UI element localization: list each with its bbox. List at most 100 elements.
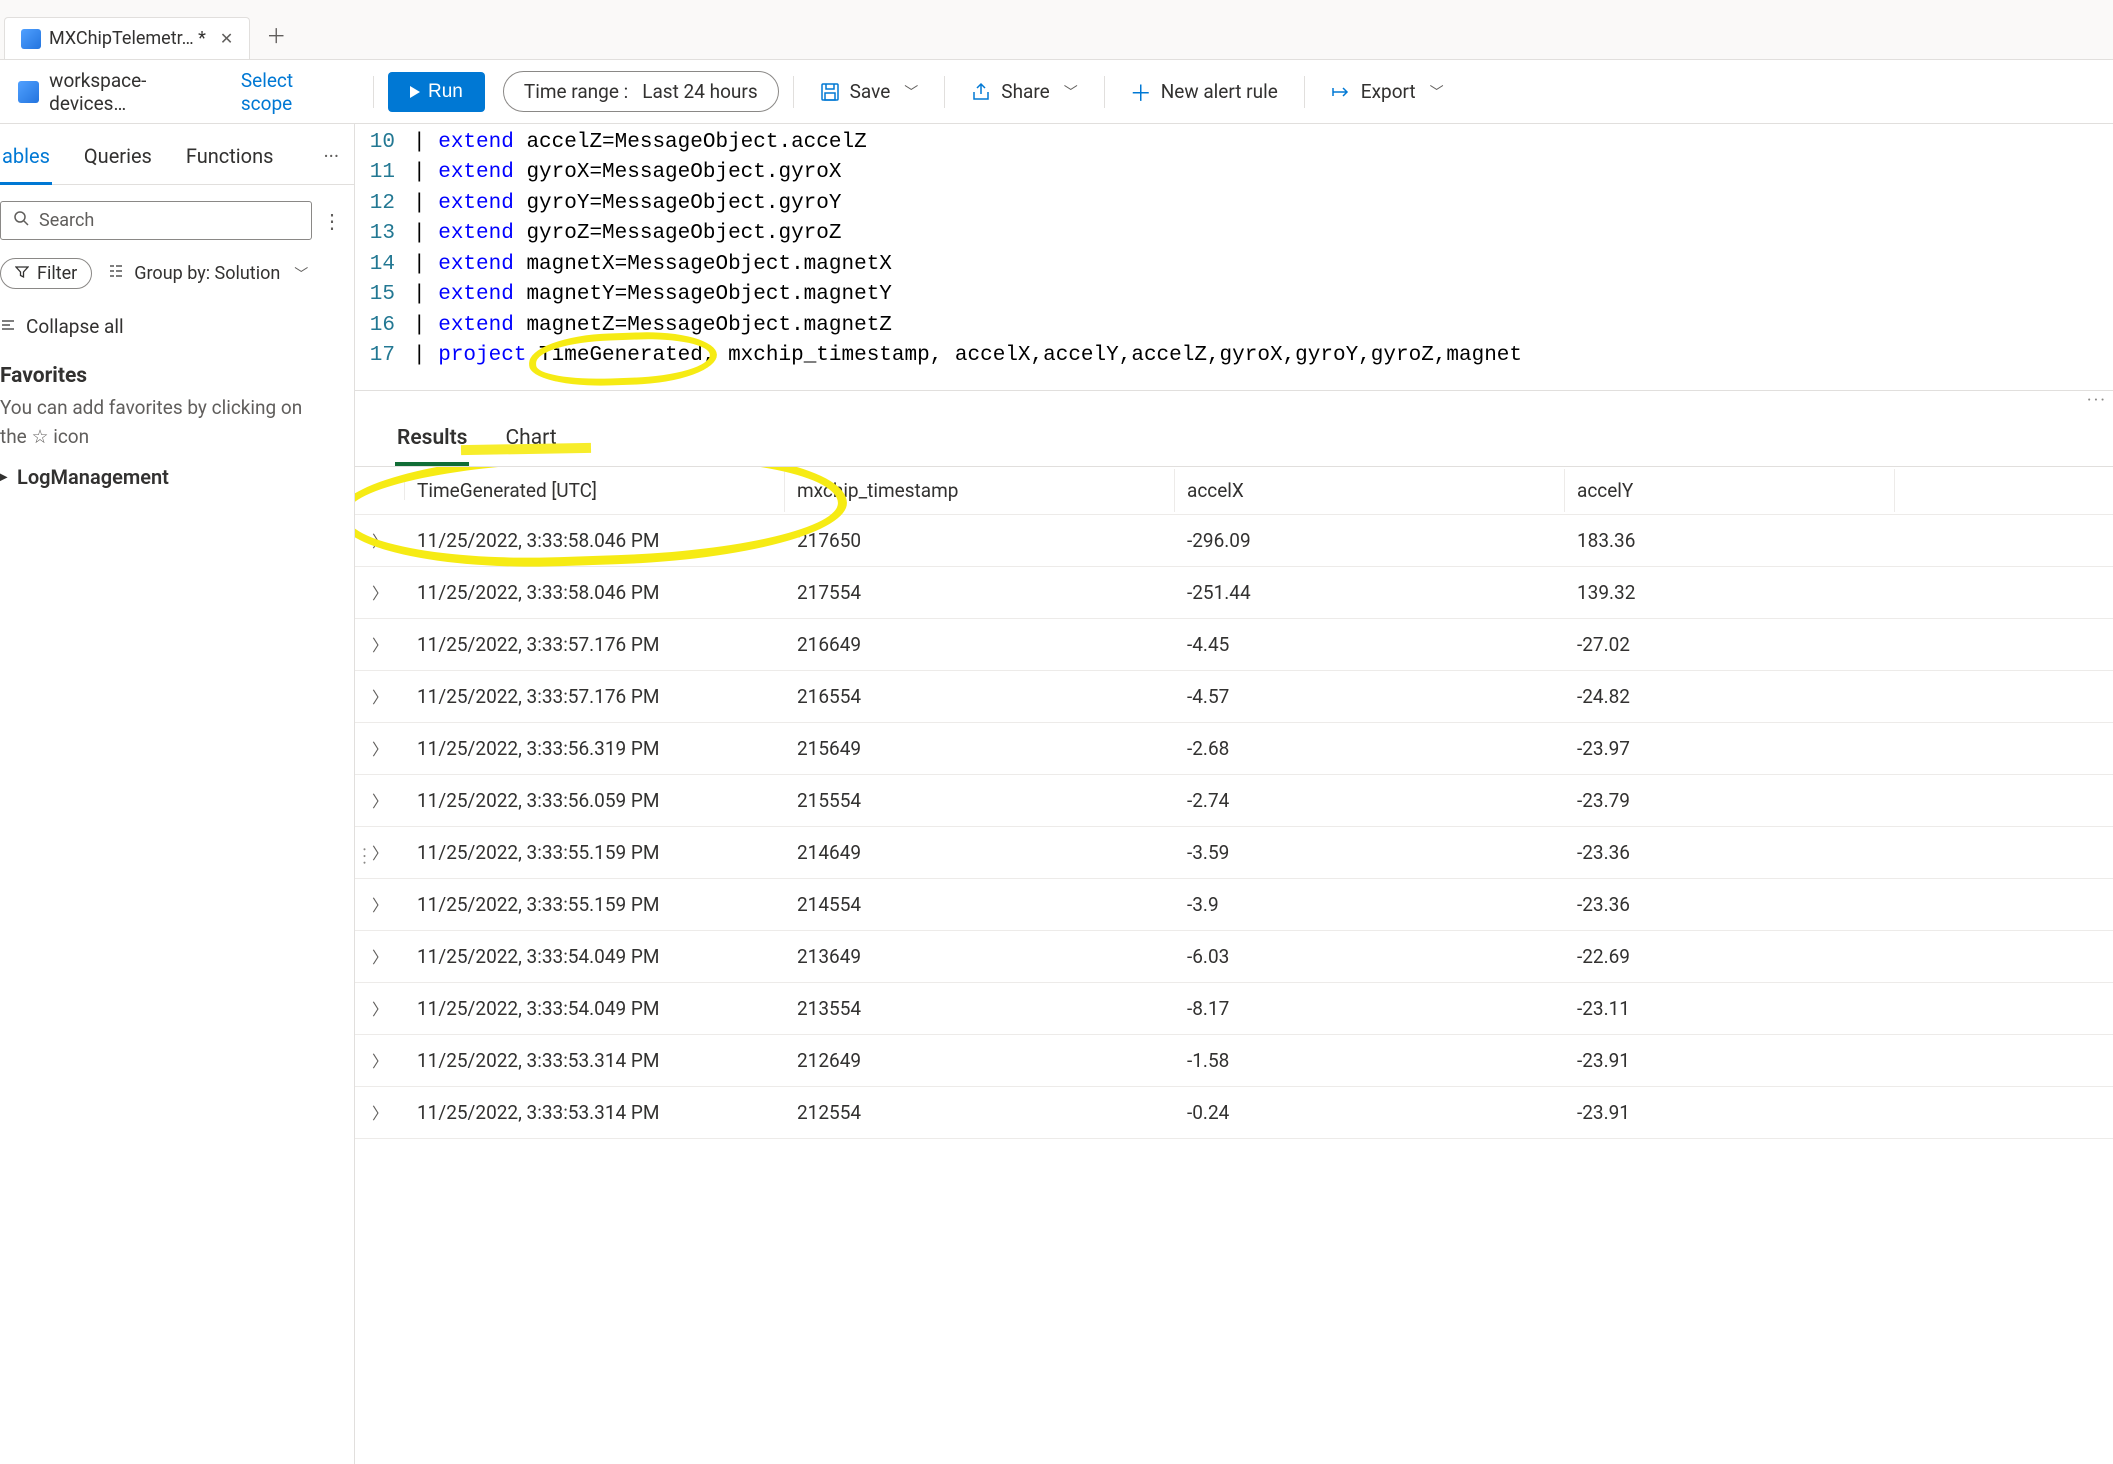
table-row[interactable]: 〉11/25/2022, 3:33:56.319 PM215649-2.68-2…	[355, 723, 2113, 775]
filter-chip[interactable]: Filter	[0, 258, 92, 289]
column-header[interactable]: TimeGenerated [UTC]	[405, 469, 785, 512]
sidebar-tab-queries[interactable]: Queries	[82, 136, 154, 184]
cell-timegenerated: 11/25/2022, 3:33:53.314 PM	[405, 1039, 785, 1082]
share-button[interactable]: Share ﹀	[959, 72, 1089, 111]
expand-row-icon[interactable]: 〉	[355, 622, 405, 666]
table-row[interactable]: 〉11/25/2022, 3:33:54.049 PM213554-8.17-2…	[355, 983, 2113, 1035]
expand-row-icon[interactable]: 〉	[355, 570, 405, 614]
line-number: 17	[355, 341, 413, 371]
column-header[interactable]: accelY	[1565, 469, 1895, 512]
expand-row-icon[interactable]: 〉	[355, 934, 405, 978]
sidebar-tab-functions[interactable]: Functions	[184, 136, 276, 184]
divider	[1104, 76, 1105, 108]
workspace-icon	[21, 29, 41, 49]
save-button[interactable]: Save ﹀	[808, 72, 931, 111]
query-editor[interactable]: 10| extend accelZ=MessageObject.accelZ11…	[355, 124, 2113, 390]
code-line[interactable]: | extend magnetY=MessageObject.magnetY	[413, 280, 2113, 310]
search-placeholder: Search	[39, 210, 94, 231]
expand-row-icon[interactable]: 〉	[355, 726, 405, 770]
code-line[interactable]: | extend accelZ=MessageObject.accelZ	[413, 128, 2113, 158]
results-header-row: TimeGenerated [UTC] mxchip_timestamp acc…	[355, 467, 2113, 515]
select-scope-link[interactable]: Select scope	[241, 69, 345, 115]
star-icon: ☆	[31, 425, 48, 448]
scope-picker[interactable]: workspace-devices… Select scope	[4, 69, 359, 115]
table-row[interactable]: 〉11/25/2022, 3:33:58.046 PM217650-296.09…	[355, 515, 2113, 567]
favorites-hint: You can add favorites by clicking on the…	[0, 394, 354, 451]
export-button[interactable]: Export ﹀	[1319, 72, 1456, 111]
expand-row-icon[interactable]: 〉	[355, 674, 405, 718]
cell-timegenerated: 11/25/2022, 3:33:53.314 PM	[405, 1091, 785, 1134]
table-row[interactable]: 〉11/25/2022, 3:33:56.059 PM215554-2.74-2…	[355, 775, 2113, 827]
time-range-picker[interactable]: Time range : Last 24 hours	[503, 71, 779, 112]
table-row[interactable]: 〉11/25/2022, 3:33:53.314 PM212649-1.58-2…	[355, 1035, 2113, 1087]
query-tab-title: MXChipTelemetr… *	[49, 28, 206, 49]
results-tab-chart[interactable]: Chart	[503, 420, 558, 466]
line-number: 16	[355, 311, 413, 341]
cell-accelx: -3.59	[1175, 831, 1565, 874]
collapse-all-label: Collapse all	[26, 315, 124, 338]
cell-accely: 139.32	[1565, 571, 1895, 614]
new-tab-button[interactable]: ＋	[250, 10, 302, 59]
code-line[interactable]: | extend gyroX=MessageObject.gyroX	[413, 158, 2113, 188]
run-label: Run	[428, 81, 463, 103]
vertical-splitter[interactable]: ···	[355, 847, 374, 867]
toolbar: workspace-devices… Select scope Run Time…	[0, 60, 2113, 124]
chevron-down-icon: ﹀	[1430, 82, 1444, 102]
expand-row-icon[interactable]: 〉	[355, 1090, 405, 1134]
cell-accely: 183.36	[1565, 519, 1895, 562]
expand-row-icon[interactable]: 〉	[355, 986, 405, 1030]
expand-row-icon[interactable]: 〉	[355, 518, 405, 562]
table-row[interactable]: 〉11/25/2022, 3:33:55.159 PM214649-3.59-2…	[355, 827, 2113, 879]
cell-accelx: -4.45	[1175, 623, 1565, 666]
code-line[interactable]: | extend gyroY=MessageObject.gyroY	[413, 189, 2113, 219]
line-number: 15	[355, 280, 413, 310]
sidebar-more-button[interactable]: ···	[305, 136, 355, 184]
cell-accely: -23.91	[1565, 1039, 1895, 1082]
favorites-hint-b: the	[0, 425, 31, 448]
code-line[interactable]: | project TimeGenerated, mxchip_timestam…	[413, 341, 2113, 371]
expand-row-icon[interactable]: 〉	[355, 1038, 405, 1082]
expand-row-icon[interactable]: 〉	[355, 882, 405, 926]
expand-row-icon[interactable]: 〉	[355, 778, 405, 822]
cell-timegenerated: 11/25/2022, 3:33:58.046 PM	[405, 571, 785, 614]
run-button[interactable]: Run	[388, 72, 485, 112]
cell-accely: -23.36	[1565, 883, 1895, 926]
close-icon[interactable]: ✕	[220, 29, 233, 48]
column-header[interactable]: mxchip_timestamp	[785, 469, 1175, 512]
search-input[interactable]: Search	[0, 201, 312, 240]
table-row[interactable]: 〉11/25/2022, 3:33:57.176 PM216554-4.57-2…	[355, 671, 2113, 723]
line-number: 12	[355, 189, 413, 219]
divider	[373, 76, 374, 108]
code-line[interactable]: | extend gyroZ=MessageObject.gyroZ	[413, 219, 2113, 249]
new-alert-button[interactable]: ＋ New alert rule	[1119, 72, 1290, 111]
code-line[interactable]: | extend magnetZ=MessageObject.magnetZ	[413, 311, 2113, 341]
cell-mxchip-timestamp: 215649	[785, 727, 1175, 770]
query-tab[interactable]: MXChipTelemetr… * ✕	[4, 17, 250, 59]
sidebar-kebab-icon[interactable]: ⋮	[322, 209, 342, 233]
new-alert-label: New alert rule	[1161, 80, 1278, 103]
table-row[interactable]: 〉11/25/2022, 3:33:58.046 PM217554-251.44…	[355, 567, 2113, 619]
sidebar-tab-tables[interactable]: ables	[0, 136, 52, 185]
cell-timegenerated: 11/25/2022, 3:33:56.319 PM	[405, 727, 785, 770]
cell-accelx: -0.24	[1175, 1091, 1565, 1134]
collapse-all-button[interactable]: Collapse all	[0, 305, 354, 348]
table-row[interactable]: 〉11/25/2022, 3:33:55.159 PM214554-3.9-23…	[355, 879, 2113, 931]
cell-mxchip-timestamp: 212554	[785, 1091, 1175, 1134]
table-row[interactable]: 〉11/25/2022, 3:33:54.049 PM213649-6.03-2…	[355, 931, 2113, 983]
group-by-button[interactable]: Group by: Solution ﹀	[108, 263, 308, 284]
export-label: Export	[1361, 80, 1416, 103]
group-icon	[108, 263, 124, 284]
sidebar-tabs: ables Queries Functions ··· «	[0, 124, 354, 185]
splitter[interactable]: ···	[355, 390, 2113, 410]
divider	[793, 76, 794, 108]
collapse-all-icon	[0, 315, 16, 338]
cell-accely: -23.91	[1565, 1091, 1895, 1134]
time-range-label: Time range :	[524, 80, 628, 103]
table-row[interactable]: 〉11/25/2022, 3:33:57.176 PM216649-4.45-2…	[355, 619, 2113, 671]
table-row[interactable]: 〉11/25/2022, 3:33:53.314 PM212554-0.24-2…	[355, 1087, 2113, 1139]
column-header[interactable]: accelX	[1175, 469, 1565, 512]
results-tab-results[interactable]: Results	[395, 420, 469, 466]
tree-item-logmanagement[interactable]: ▸ LogManagement	[0, 451, 354, 503]
line-number: 14	[355, 250, 413, 280]
code-line[interactable]: | extend magnetX=MessageObject.magnetX	[413, 250, 2113, 280]
